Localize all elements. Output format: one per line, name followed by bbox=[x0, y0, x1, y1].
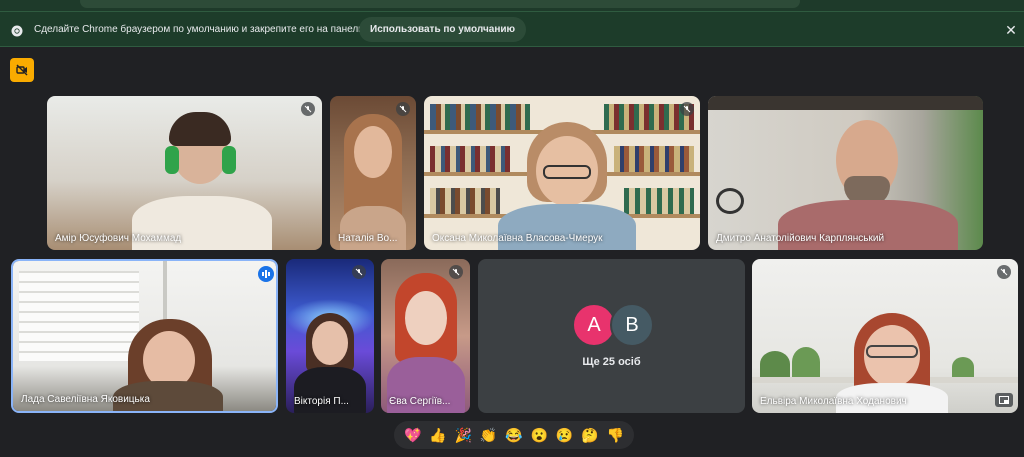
participant-name: Лада Савеліївна Яковицька bbox=[21, 394, 150, 405]
participant-name: Вікторія П... bbox=[294, 396, 349, 407]
books bbox=[624, 188, 694, 214]
participant-tile-active-speaker[interactable]: Лада Савеліївна Яковицька bbox=[11, 259, 278, 413]
reaction-thumbs-down[interactable]: 👎 bbox=[604, 424, 626, 446]
reactions-bar: 💖 👍 🎉 👏 😂 😮 😢 🤔 👎 bbox=[394, 421, 634, 449]
mic-muted-icon bbox=[396, 102, 410, 116]
books bbox=[430, 188, 500, 214]
participant-name: Амір Юсуфович Мохаммад bbox=[55, 233, 182, 244]
headphones-icon bbox=[222, 146, 236, 174]
window-blinds bbox=[19, 271, 139, 361]
reaction-thinking[interactable]: 🤔 bbox=[579, 424, 601, 446]
more-participants-label: Ще 25 осіб bbox=[582, 356, 641, 368]
headphones-icon bbox=[165, 146, 179, 174]
mic-muted-icon bbox=[301, 102, 315, 116]
speaking-indicator-icon bbox=[258, 266, 274, 282]
reaction-laugh[interactable]: 😂 bbox=[503, 424, 525, 446]
person-head bbox=[312, 321, 348, 365]
browser-toolbar bbox=[0, 0, 1024, 11]
participant-tile[interactable]: Єва Сергіїв... bbox=[381, 259, 470, 413]
mic-muted-icon bbox=[352, 265, 366, 279]
mic-muted-icon bbox=[449, 265, 463, 279]
reaction-thumbs-up[interactable]: 👍 bbox=[427, 424, 449, 446]
reaction-sad[interactable]: 😢 bbox=[554, 424, 576, 446]
infobar-message: Сделайте Chrome браузером по умолчанию и… bbox=[34, 24, 396, 35]
mic-muted-icon bbox=[680, 102, 694, 116]
participant-tile[interactable]: Оксана Миколаївна Власова-Чмерук bbox=[424, 96, 700, 250]
participant-tile[interactable]: Ельвіра Миколаївна Ходанович bbox=[752, 259, 1018, 413]
person-head bbox=[354, 126, 392, 178]
plant-icon bbox=[952, 357, 974, 377]
participant-name: Ельвіра Миколаївна Ходанович bbox=[760, 396, 907, 407]
participant-name: Єва Сергіїв... bbox=[389, 396, 451, 407]
close-icon[interactable]: ✕ bbox=[1003, 22, 1019, 38]
reaction-surprised[interactable]: 😮 bbox=[528, 424, 550, 446]
participant-tile[interactable]: Амір Юсуфович Мохаммад bbox=[47, 96, 322, 250]
participant-name: Оксана Миколаївна Власова-Чмерук bbox=[432, 233, 603, 244]
glasses-icon bbox=[543, 165, 591, 179]
participant-name: Наталія Во... bbox=[338, 233, 398, 244]
avatar: B bbox=[610, 303, 654, 347]
participant-name: Дмитро Анатолійович Карплянський bbox=[716, 233, 885, 244]
fan-icon bbox=[716, 188, 744, 214]
mic-muted-icon bbox=[997, 265, 1011, 279]
reaction-clap[interactable]: 👏 bbox=[478, 424, 500, 446]
reaction-heart[interactable]: 💖 bbox=[402, 424, 424, 446]
books bbox=[430, 146, 510, 172]
ceiling bbox=[708, 96, 983, 110]
set-default-button[interactable]: Использовать по умолчанию bbox=[359, 17, 527, 42]
plant-icon bbox=[792, 347, 820, 377]
participant-tile[interactable]: Вікторія П... bbox=[286, 259, 374, 413]
pin-tile-icon[interactable] bbox=[995, 393, 1013, 407]
participant-tile[interactable]: Наталія Во... bbox=[330, 96, 416, 250]
books bbox=[614, 146, 694, 172]
plant-icon bbox=[760, 351, 790, 377]
person-head bbox=[405, 291, 447, 345]
more-participants-tile[interactable]: A B Ще 25 осіб bbox=[478, 259, 745, 413]
glasses-icon bbox=[866, 345, 918, 358]
address-bar[interactable] bbox=[80, 0, 800, 8]
default-browser-infobar: Сделайте Chrome браузером по умолчанию и… bbox=[0, 11, 1024, 47]
video-off-badge-icon[interactable] bbox=[10, 58, 34, 82]
chrome-icon bbox=[11, 24, 23, 37]
participant-tile[interactable]: Дмитро Анатолійович Карплянський bbox=[708, 96, 983, 250]
reaction-party[interactable]: 🎉 bbox=[452, 424, 474, 446]
books bbox=[430, 104, 530, 130]
